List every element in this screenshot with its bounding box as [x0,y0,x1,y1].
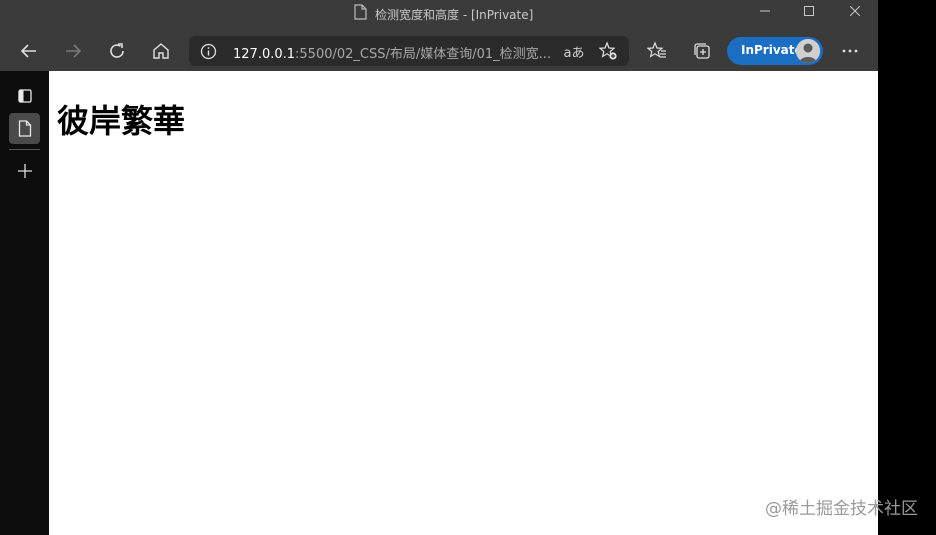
site-info-button[interactable] [199,42,217,60]
address-path: :5500/02_CSS/布局/媒体查询/01_检测宽... [295,47,552,62]
add-favorite-button[interactable] [598,41,618,61]
refresh-icon [110,43,124,58]
page-content: 彼岸繁華 [49,71,878,535]
new-tab-button[interactable] [9,155,40,186]
page-tab-icon [18,120,31,137]
collections-button[interactable] [686,35,718,67]
read-aloud-button[interactable]: aあ [563,42,585,61]
back-icon [20,44,36,58]
forward-button[interactable] [57,35,89,67]
maximize-button[interactable] [786,0,832,22]
refresh-button[interactable] [101,35,133,67]
tab-page[interactable] [9,113,40,144]
window-title-text: 检测宽度和高度 - [InPrivate] [375,7,534,22]
tab-actions-button[interactable] [9,80,40,111]
collections-icon [694,43,710,59]
back-button[interactable] [13,35,45,67]
info-icon [200,43,216,59]
forward-icon [66,44,82,58]
minimize-icon [760,10,770,12]
vertical-tab-strip [0,71,49,535]
favorites-button[interactable] [641,35,673,67]
toolbar: 127.0.0.1:5500/02_CSS/布局/媒体查询/01_检测宽... … [0,30,878,71]
page-icon [354,4,367,24]
new-tab-icon [17,163,32,178]
home-icon [153,43,169,59]
avatar [796,39,820,63]
window-title: 检测宽度和高度 - [InPrivate] [354,4,534,24]
home-button[interactable] [145,35,177,67]
favorites-icon [647,41,666,58]
page-heading: 彼岸繁華 [57,102,186,140]
minimize-button[interactable] [742,0,788,22]
tab-actions-icon [17,88,32,103]
address-bar[interactable]: 127.0.0.1:5500/02_CSS/布局/媒体查询/01_检测宽... … [189,36,629,66]
browser-window: 检测宽度和高度 - [InPrivate] 127.0.0.1:5500/02_… [0,0,878,535]
more-icon [842,49,858,53]
close-button[interactable] [832,0,878,22]
inprivate-label: InPrivate [741,43,803,57]
more-button[interactable] [834,35,866,67]
maximize-icon [804,6,814,16]
close-icon [850,6,860,16]
title-bar: 检测宽度和高度 - [InPrivate] [0,0,878,30]
watermark: @稀土掘金技术社区 [765,499,918,519]
inprivate-button[interactable]: InPrivate [727,37,823,65]
address-host: 127.0.0.1 [233,47,296,62]
add-favorite-icon [598,41,617,60]
address-url[interactable]: 127.0.0.1:5500/02_CSS/布局/媒体查询/01_检测宽... [233,43,551,62]
tab-divider [9,149,40,150]
